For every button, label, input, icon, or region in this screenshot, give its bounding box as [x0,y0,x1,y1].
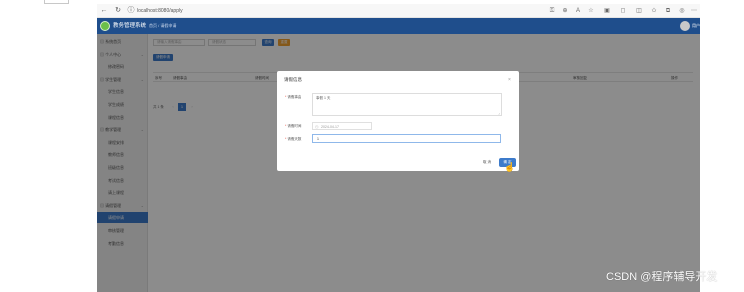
app-title: 教务管理系统 [113,23,147,29]
time-value: 2024-04-17 [321,125,339,129]
avatar[interactable] [680,21,690,31]
logo-icon [100,21,110,31]
resize-handle-icon[interactable]: ⌟ [498,110,500,115]
read-aloud-icon[interactable]: A [574,7,582,15]
pointer-cursor-icon: ☝ [504,162,516,172]
reason-textarea[interactable]: 事假 1 天 ⌟ [312,93,502,116]
watermark: CSDN @程序辅导开发 [606,271,718,283]
dialog-title: 请假信息 [284,77,302,82]
star-icon[interactable]: ☆ [587,7,595,15]
tab-icon[interactable]: ▣ [603,7,611,15]
time-picker[interactable]: ◷ 2024-04-17 [312,122,372,130]
address-bar[interactable]: localhost:8080/apply [137,6,183,16]
back-arrow-icon[interactable]: ← [99,6,109,16]
cancel-button[interactable]: 取 消 [481,159,493,166]
split-icon[interactable]: ◫ [635,7,643,15]
days-label: *请假天数 [285,137,302,141]
refresh-icon[interactable]: ↻ [113,6,123,16]
corner-mark [44,0,69,4]
breadcrumb: 首页 / 请假申请 [149,23,177,28]
days-input[interactable]: 1 [312,134,501,143]
app-header: 教务管理系统 首页 / 请假申请 用户 [97,18,700,34]
favorites-icon[interactable]: ✩ [650,7,658,15]
clock-icon: ◷ [315,124,319,129]
info-icon[interactable]: ⓘ [126,6,136,16]
reason-value: 事假 1 天 [316,96,331,100]
leave-dialog: 请假信息 × *请假事由 事假 1 天 ⌟ *请假时间 ◷ 2024-04-17… [277,71,519,172]
collections-icon[interactable]: ⧉ [664,7,672,15]
user-name[interactable]: 用户 [692,21,700,31]
reason-label: *请假事由 [285,95,302,99]
close-icon[interactable]: × [508,76,511,84]
profile-icon[interactable]: ◎ [678,7,686,15]
key-icon[interactable]: ⚿ [548,7,556,15]
zoom-icon[interactable]: ⊕ [561,7,569,15]
days-value: 1 [317,137,319,141]
browser-toolbar: ← ↻ ⓘ localhost:8080/apply ⚿ ⊕ A ☆ ▣ ◻ ◫… [97,4,700,18]
more-icon[interactable]: ⋯ [690,7,698,15]
time-label: *请假时间 [285,124,302,128]
shield-icon[interactable]: ◻ [619,7,627,15]
